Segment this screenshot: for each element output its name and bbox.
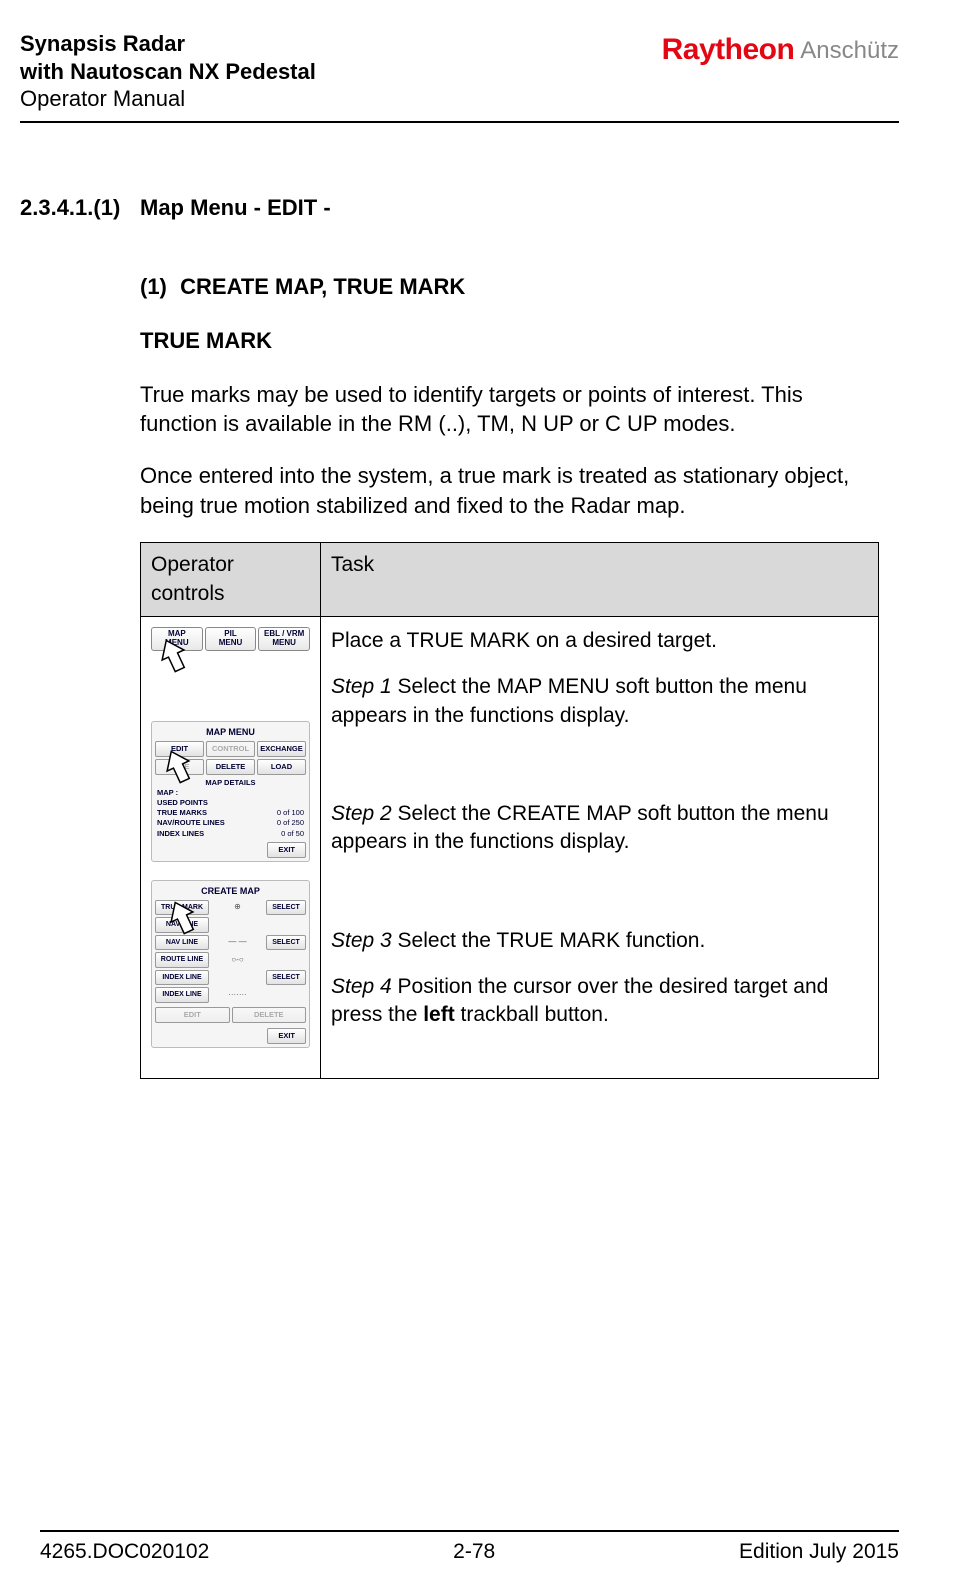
- section-title: Map Menu - EDIT -: [140, 193, 331, 223]
- logo-raytheon: Raytheon: [662, 33, 795, 66]
- paragraph-1: True marks may be used to identify targe…: [140, 380, 879, 439]
- task-step-4: Step 4 Position the cursor over the desi…: [331, 973, 868, 1030]
- btn-cm-edit[interactable]: EDIT: [155, 1007, 230, 1023]
- btn-delete[interactable]: DELETE: [206, 759, 255, 775]
- sym-dash-icon: — —: [211, 937, 264, 948]
- map-menu-title: MAP MENU: [155, 726, 306, 738]
- product-line2: with Nautoscan NX Pedestal: [20, 58, 316, 86]
- lbl-used-points: USED POINTS: [157, 798, 208, 808]
- lbl-true-marks: TRUE MARKS: [157, 808, 207, 818]
- val-index-lines: 0 of 50: [281, 829, 304, 839]
- sym-chain-icon: ○-○: [211, 955, 264, 966]
- btn-select-truemark[interactable]: SELECT: [266, 900, 306, 915]
- btn-index-line-2[interactable]: INDEX LINE: [155, 987, 209, 1002]
- val-nav-lines: 0 of 250: [277, 818, 304, 828]
- create-map-title: CREATE MAP: [155, 885, 306, 897]
- task-step-2: Step 2 Select the CREATE MAP soft button…: [331, 800, 868, 857]
- btn-select-indexline[interactable]: SELECT: [266, 970, 306, 985]
- footer-doc: 4265.DOC020102: [40, 1538, 209, 1566]
- btn-exchange[interactable]: EXCHANGE: [257, 741, 306, 757]
- val-true-marks: 0 of 100: [277, 808, 304, 818]
- footer-page: 2-78: [453, 1538, 495, 1566]
- logo-anschutz: Anschütz: [800, 37, 899, 64]
- subsection-title: CREATE MAP, TRUE MARK: [180, 274, 465, 299]
- paragraph-2: Once entered into the system, a true mar…: [140, 461, 879, 520]
- btn-route-line[interactable]: ROUTE LINE: [155, 952, 209, 967]
- btn-select-navline[interactable]: SELECT: [266, 935, 306, 950]
- page-header: Synapsis Radar with Nautoscan NX Pedesta…: [20, 30, 899, 113]
- btn-exit-mapmenu[interactable]: EXIT: [267, 842, 306, 858]
- btn-index-line-1[interactable]: INDEX LINE: [155, 970, 209, 985]
- th-operator-controls: Operator controls: [141, 543, 321, 617]
- fig-map-menu-panel: MAP MENU EDIT CONTROL EXCHANGE SAVE DELE…: [151, 721, 310, 862]
- btn-control[interactable]: CONTROL: [206, 741, 255, 757]
- softbtn-ebl-vrm-menu[interactable]: EBL / VRMMENU: [258, 627, 310, 651]
- sym-cross-icon: ⊕: [211, 902, 264, 913]
- header-rule: [20, 121, 899, 123]
- footer-rule: [40, 1530, 899, 1532]
- cell-operator-controls: MAPMENU PILMENU EBL / VRMMENU: [141, 617, 321, 1079]
- lbl-index-lines: INDEX LINES: [157, 829, 204, 839]
- btn-cm-delete[interactable]: DELETE: [232, 1007, 307, 1023]
- th-task: Task: [321, 543, 879, 617]
- fig-softmenu: MAPMENU PILMENU EBL / VRMMENU: [151, 627, 310, 651]
- section-number: 2.3.4.1.(1): [20, 193, 140, 223]
- btn-exit-createmap[interactable]: EXIT: [267, 1028, 306, 1044]
- lbl-nav-lines: NAV/ROUTE LINES: [157, 818, 225, 828]
- cell-task: Place a TRUE MARK on a desired target. S…: [321, 617, 879, 1079]
- fig-create-map-panel: CREATE MAP TRUE MARK ⊕ SELECT NAV LINE .…: [151, 880, 310, 1048]
- operator-table: Operator controls Task MAPMENU: [140, 542, 879, 1079]
- lbl-map: MAP :: [157, 788, 178, 798]
- task-intro: Place a TRUE MARK on a desired target.: [331, 627, 868, 655]
- product-line1: Synapsis Radar: [20, 30, 316, 58]
- heading-true-mark: TRUE MARK: [140, 326, 879, 356]
- sym-dots-icon: ·······: [211, 990, 264, 1001]
- softbtn-pil-menu[interactable]: PILMENU: [205, 627, 257, 651]
- page-footer: 4265.DOC020102 2-78 Edition July 2015: [0, 1530, 959, 1566]
- doc-type: Operator Manual: [20, 85, 316, 113]
- subsection-number: (1): [140, 272, 174, 302]
- btn-load[interactable]: LOAD: [257, 759, 306, 775]
- cursor-arrow-icon: [164, 748, 192, 784]
- brand-logo: RaytheonAnschütz: [662, 30, 899, 71]
- footer-edition: Edition July 2015: [739, 1538, 899, 1566]
- task-step-3: Step 3 Select the TRUE MARK function.: [331, 927, 868, 955]
- cursor-arrow-icon: [168, 899, 196, 935]
- btn-nav-line-2[interactable]: NAV LINE: [155, 935, 209, 950]
- task-step-1: Step 1 Select the MAP MENU soft button t…: [331, 673, 868, 730]
- cursor-arrow-icon: [159, 637, 187, 673]
